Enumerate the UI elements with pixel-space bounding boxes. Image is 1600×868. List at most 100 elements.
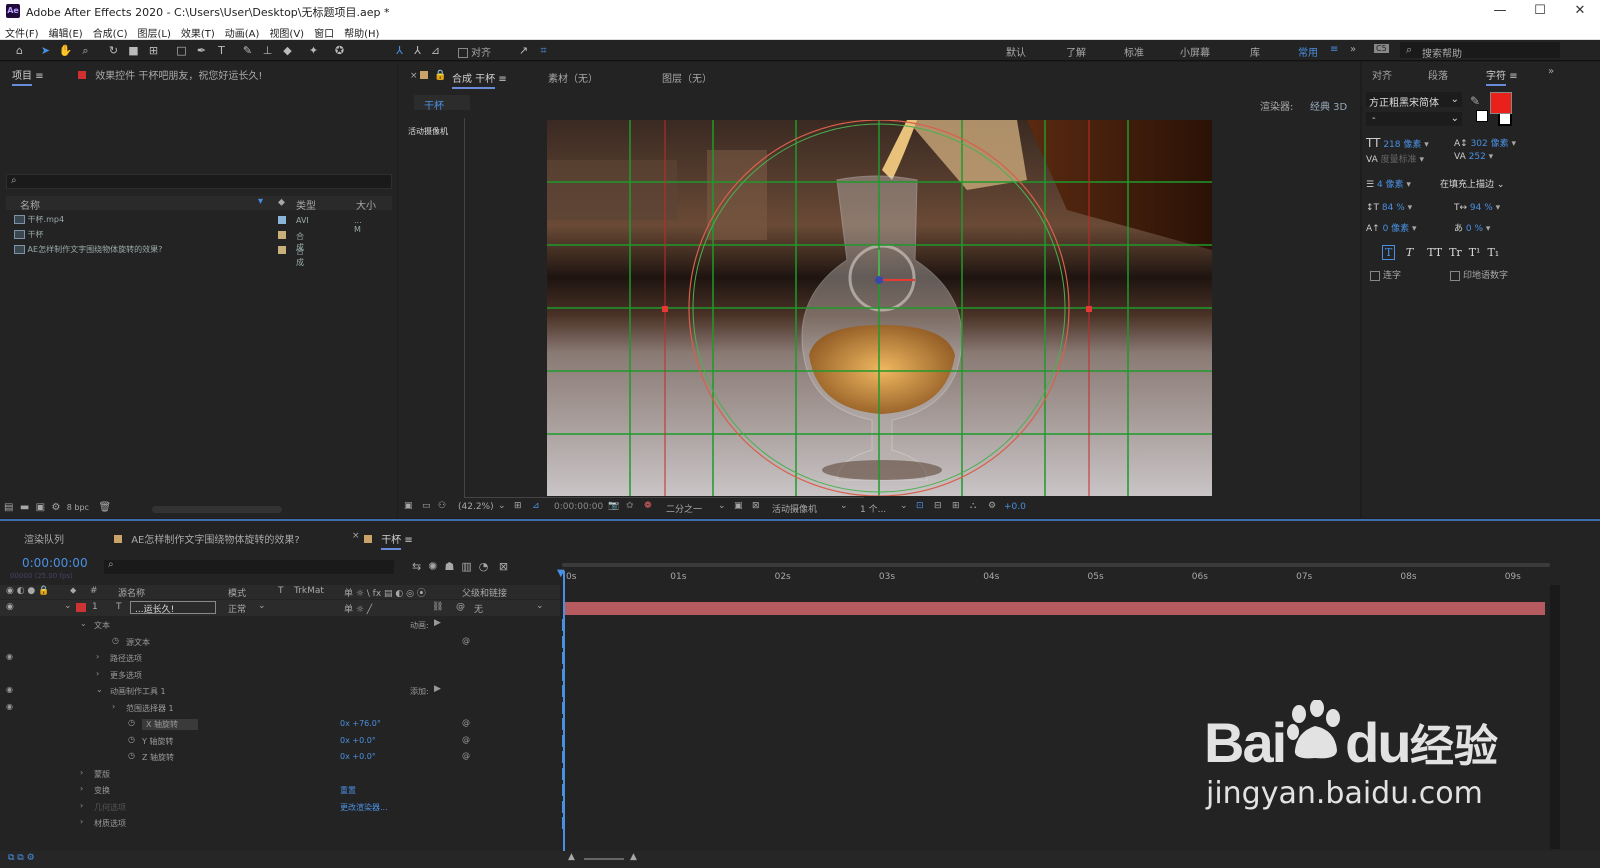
stopwatch-icon[interactable]: ◷ xyxy=(128,718,135,727)
disclosure-triangle-icon[interactable]: › xyxy=(80,817,83,826)
lock-icon[interactable]: 🔒 xyxy=(434,70,446,81)
renderer-button[interactable]: 经典 3D xyxy=(1310,98,1347,113)
property-row[interactable]: › 几何选项 更改渲染器... xyxy=(0,799,564,815)
menu-edit[interactable]: 编辑(E) xyxy=(44,22,88,40)
font-size-field[interactable]: TT 218 像素 ▾ xyxy=(1366,136,1429,150)
property-row[interactable]: ⌄ 文本 动画: ▶ xyxy=(0,617,564,633)
snap-option-icon[interactable]: ↗ xyxy=(516,43,531,58)
composition-mini-flowchart-icon[interactable]: ⇆ xyxy=(412,560,421,573)
zoom-out-icon[interactable]: ▲ xyxy=(568,852,575,862)
workspace-standard[interactable]: 标准 xyxy=(1124,44,1144,59)
list-item[interactable]: 干杯 合成 xyxy=(14,229,304,252)
add-animator-button[interactable]: ▶ xyxy=(434,684,441,694)
always-preview-icon[interactable]: ▣ xyxy=(404,501,413,511)
close-tab-icon[interactable]: × xyxy=(410,71,418,81)
stopwatch-icon[interactable]: ◷ xyxy=(128,735,135,744)
property-value[interactable]: 重置 xyxy=(340,785,356,796)
comp-viewer[interactable] xyxy=(547,120,1212,496)
property-row[interactable]: › 材质选项 xyxy=(0,815,564,831)
zoom-dropdown[interactable]: (42.2%) xyxy=(458,502,494,512)
layer-name-field[interactable]: ...运长久! xyxy=(130,601,216,615)
time-ruler[interactable]: 0s 01s 02s 03s 04s 05s 06s 07s 08s 09s xyxy=(562,571,1550,585)
add-animator-button[interactable]: ▶ xyxy=(434,618,441,628)
property-row[interactable]: › 蒙版 xyxy=(0,766,564,782)
rectangle-tool-icon[interactable]: □ xyxy=(174,43,189,58)
layer-row[interactable]: ◉ ⌄ 1 T ...运长久! 正常 ⌄ 单 ☼ ╱ ⛓ @ 无 ⌄ xyxy=(0,600,560,616)
tab-character[interactable]: 字符 ≡ xyxy=(1486,67,1518,86)
panel-overflow-icon[interactable]: » xyxy=(1548,66,1554,77)
column-trkmat[interactable]: TrkMat xyxy=(294,586,324,596)
comp-breadcrumb[interactable]: 干杯 xyxy=(414,95,470,112)
property-row[interactable]: ◷ Z 轴旋转 0x +0.0° @ xyxy=(0,749,564,765)
superscript-button[interactable]: T¹ xyxy=(1469,246,1481,259)
stroke-width-field[interactable]: ☰ 4 像素 ▾ xyxy=(1366,177,1411,190)
sort-chevron-icon[interactable]: ▾ xyxy=(258,196,263,207)
tab-align[interactable]: 对齐 xyxy=(1372,67,1392,82)
disclosure-triangle-icon[interactable]: › xyxy=(96,652,99,661)
search-scope-icon[interactable]: C5 xyxy=(1374,44,1389,53)
selection-tool-icon[interactable]: ➤ xyxy=(38,43,53,58)
property-row[interactable]: › 变换 重置 xyxy=(0,782,564,798)
expression-pick-whip-icon[interactable]: @ xyxy=(462,735,470,744)
stopwatch-icon[interactable]: ◷ xyxy=(112,636,119,645)
color-channels-icon[interactable]: ❁ xyxy=(644,501,652,511)
bit-depth-button[interactable]: 8 bpc xyxy=(67,503,89,512)
menu-view[interactable]: 视图(V) xyxy=(264,22,309,40)
pan-behind-tool-icon[interactable]: ⊞ xyxy=(146,43,161,58)
work-area-bar[interactable] xyxy=(562,563,1550,567)
workspace-menu-icon[interactable]: ≡ xyxy=(1330,44,1338,55)
column-mode[interactable]: 模式 xyxy=(228,586,246,599)
playhead[interactable] xyxy=(563,571,565,851)
eyedropper-icon[interactable]: ✎ xyxy=(1470,94,1480,108)
close-tab-icon[interactable]: × xyxy=(352,531,360,541)
font-family-dropdown[interactable]: 方正粗黑宋简体 ⌄ xyxy=(1366,92,1462,109)
eraser-tool-icon[interactable]: ◆ xyxy=(280,43,295,58)
tsume-field[interactable]: あ 0 % ▾ xyxy=(1454,221,1490,234)
rotate-tool-icon[interactable]: ↻ xyxy=(106,43,121,58)
property-row[interactable]: ◉ › 路径选项 xyxy=(0,650,564,666)
timeline-current-time[interactable]: 0:00:00:00 xyxy=(22,556,88,570)
disclosure-triangle-icon[interactable]: › xyxy=(96,669,99,678)
project-search-input[interactable]: ⌕ xyxy=(6,174,392,189)
column-size[interactable]: 大小 xyxy=(356,197,376,212)
expression-pick-whip-icon[interactable]: @ xyxy=(462,751,470,760)
property-row[interactable]: ◉ › 范围选择器 1 xyxy=(0,700,564,716)
layer-switches-icons[interactable]: 单 ☼ ╱ xyxy=(344,602,372,615)
help-search[interactable]: ⌕ 搜索帮助 xyxy=(1400,42,1560,60)
workspace-small-screen[interactable]: 小屏幕 xyxy=(1180,44,1210,59)
motion-blur-icon[interactable]: ◔ xyxy=(479,560,489,573)
local-axis-icon[interactable]: ⅄ xyxy=(392,43,407,58)
menu-composition[interactable]: 合成(C) xyxy=(88,22,133,40)
column-parent[interactable]: 父级和链接 xyxy=(462,586,507,599)
panel-menu-icon[interactable]: ≡ xyxy=(35,71,43,82)
tab-project[interactable]: 项目 ≡ xyxy=(12,67,44,86)
list-item[interactable]: AE怎样制作文字围绕物体旋转的效果? 合成 xyxy=(14,244,304,267)
help-search-input[interactable]: 搜索帮助 xyxy=(1422,45,1462,60)
eye-icon[interactable]: ◉ xyxy=(6,702,13,711)
maximize-button[interactable]: ☐ xyxy=(1520,2,1560,20)
property-row[interactable]: ◷ X 轴旋转 0x +76.0° @ xyxy=(0,716,564,732)
faux-bold-button[interactable]: T xyxy=(1382,245,1396,260)
chevron-down-icon[interactable]: ⌄ xyxy=(498,501,506,511)
chevron-down-icon[interactable]: ⌄ xyxy=(900,501,908,511)
column-type[interactable]: 类型 xyxy=(296,197,316,212)
exposure-icon[interactable]: ⚙ xyxy=(988,501,996,511)
snap-toggle[interactable]: 对齐 xyxy=(458,44,491,59)
menu-effect[interactable]: 效果(T) xyxy=(176,22,220,40)
property-value[interactable]: 0x +76.0° xyxy=(340,719,381,728)
property-value[interactable]: 更改渲染器... xyxy=(340,802,388,813)
playhead-handle-icon[interactable]: ▼ xyxy=(557,568,565,579)
resolution-dropdown[interactable]: 二分之一 xyxy=(666,502,702,515)
property-row[interactable]: ◉ ⌄ 动画制作工具 1 添加: ▶ xyxy=(0,683,564,699)
menu-window[interactable]: 窗口 xyxy=(309,22,339,40)
flowchart-icon[interactable]: ⛬ xyxy=(970,501,976,511)
eye-icon[interactable]: ◉ xyxy=(6,685,13,694)
tab-paragraph[interactable]: 段落 xyxy=(1428,67,1448,82)
expression-pick-whip-icon[interactable]: @ xyxy=(462,636,470,645)
view-axis-icon[interactable]: ⊿ xyxy=(428,43,443,58)
disclosure-triangle-icon[interactable]: › xyxy=(80,784,83,793)
fast-preview-icon[interactable]: ⊟ xyxy=(934,501,942,511)
layer-label-color[interactable] xyxy=(76,603,86,612)
disclosure-triangle-icon[interactable]: ⌄ xyxy=(96,685,103,694)
interpret-footage-icon[interactable]: ▤ xyxy=(4,502,13,513)
